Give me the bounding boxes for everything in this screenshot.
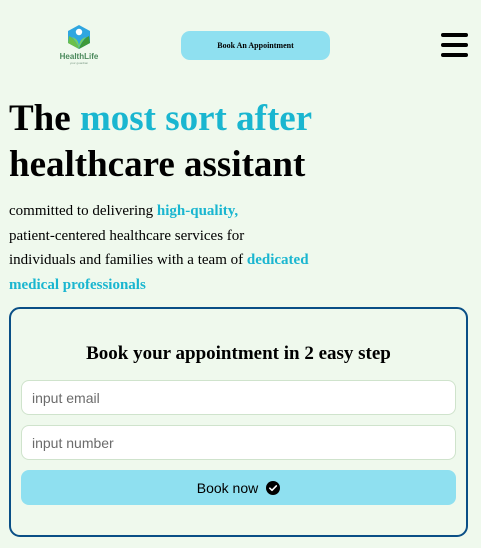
- hero-title-accent: most sort after: [79, 98, 313, 139]
- email-field[interactable]: [21, 380, 456, 415]
- hero-description: committed to delivering high-quality, pat…: [9, 199, 309, 297]
- book-appointment-button[interactable]: Book An Appointment: [181, 31, 330, 60]
- hero-title-part2: healthcare assitant: [9, 144, 306, 185]
- healthlife-logo-icon: [68, 25, 90, 49]
- book-now-label: Book now: [196, 479, 259, 496]
- booking-title: Book your appointment in 2 easy step: [86, 343, 391, 364]
- hero-desc-part1: committed to delivering: [9, 203, 157, 219]
- hero-desc-highlight1: high-quality,: [156, 203, 239, 219]
- book-now-button[interactable]: Book now: [21, 470, 456, 505]
- hero-title: The most sort after healthcare assitant: [9, 96, 479, 188]
- menu-bar: [441, 43, 468, 47]
- check-circle-icon: [266, 480, 281, 495]
- logo[interactable]: HealthLife your guardian: [55, 24, 103, 65]
- hamburger-menu-icon[interactable]: [441, 33, 469, 57]
- logo-name: HealthLife: [59, 52, 99, 61]
- booking-card: Book your appointment in 2 easy step Boo…: [9, 307, 468, 537]
- number-field[interactable]: [21, 425, 456, 460]
- site-header: HealthLife your guardian Book An Appoint…: [0, 0, 481, 90]
- hero-title-part1: The: [9, 98, 80, 139]
- hero-desc-part2: patient-centered healthcare services for…: [9, 227, 247, 269]
- logo-tagline: your guardian: [69, 61, 89, 65]
- menu-bar: [441, 33, 468, 37]
- menu-bar: [441, 53, 468, 57]
